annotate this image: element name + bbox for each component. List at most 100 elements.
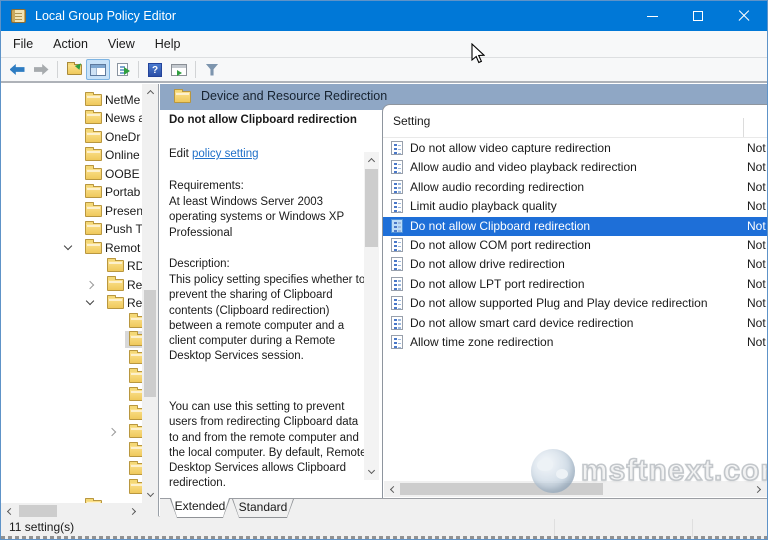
toolbar-separator — [57, 61, 58, 78]
setting-row[interactable]: Do not allow drive redirection Not — [383, 255, 767, 274]
menu-file[interactable]: File — [3, 31, 43, 57]
selected-policy-title: Do not allow Clipboard redirection — [169, 114, 357, 126]
setting-label: Do not allow Clipboard redirection — [410, 218, 591, 233]
folder-icon — [85, 109, 102, 125]
setting-row[interactable]: Do not allow supported Plug and Play dev… — [383, 294, 767, 313]
export-list-icon — [116, 63, 130, 76]
back-button[interactable] — [5, 59, 29, 80]
forward-arrow-icon — [33, 64, 49, 75]
list-hscroll-thumb[interactable] — [400, 483, 603, 495]
filter-icon — [205, 63, 219, 76]
tree-vscroll-thumb[interactable] — [144, 290, 156, 397]
setting-label: Do not allow smart card device redirecti… — [410, 315, 634, 330]
filter-button[interactable] — [200, 59, 224, 80]
scroll-right-arrow[interactable] — [751, 481, 767, 497]
setting-row[interactable]: Do not allow LPT port redirection Not — [383, 275, 767, 294]
setting-row[interactable]: Do not allow video capture redirection No… — [383, 139, 767, 158]
tree-item[interactable] — [1, 460, 142, 478]
tree-item[interactable]: Push T — [1, 220, 142, 238]
edit-policy-setting-link[interactable]: policy setting — [192, 148, 258, 160]
setting-row[interactable]: Limit audio playback quality Not — [383, 197, 767, 216]
header-divider — [383, 137, 767, 138]
minimize-icon — [646, 15, 658, 17]
tree-item[interactable] — [1, 330, 142, 349]
tree-item-label: Online — [105, 148, 140, 163]
show-properties-button[interactable] — [167, 59, 191, 80]
policy-setting-icon — [391, 335, 403, 349]
maximize-button[interactable] — [675, 1, 721, 31]
tree-item[interactable]: OOBE — [1, 165, 142, 183]
column-header-setting[interactable]: Setting — [393, 114, 430, 128]
chevron-expanded-icon[interactable] — [63, 241, 73, 250]
tab-extended[interactable]: Extended — [170, 499, 230, 518]
setting-state: Not — [747, 160, 766, 175]
scroll-down-arrow[interactable] — [142, 487, 158, 503]
tree-item[interactable]: Portab — [1, 183, 142, 201]
setting-row[interactable]: Do not allow Clipboard redirection Not — [383, 216, 767, 236]
tree-item[interactable]: Remot — [1, 239, 142, 257]
tree-item[interactable] — [1, 442, 142, 460]
tree-item[interactable]: RD — [1, 257, 142, 275]
edit-policy-line: Edit policy setting — [169, 148, 259, 160]
scroll-right-arrow[interactable] — [126, 503, 142, 519]
chevron-collapsed-icon[interactable] — [85, 280, 95, 289]
up-one-level-button[interactable] — [62, 59, 86, 80]
tree-item[interactable] — [1, 405, 142, 423]
requirements-label: Requirements: — [169, 180, 244, 192]
close-button[interactable] — [721, 1, 767, 31]
list-horizontal-scrollbar[interactable] — [384, 481, 767, 497]
show-console-tree-button[interactable] — [86, 59, 110, 80]
setting-row[interactable]: Allow time zone redirection Not — [383, 333, 767, 352]
folder-icon — [85, 91, 102, 106]
tree-vertical-scrollbar[interactable] — [142, 84, 158, 503]
help-vscroll-thumb[interactable] — [365, 169, 378, 247]
tree-item[interactable] — [1, 423, 142, 441]
tab-standard[interactable]: Standard — [232, 499, 294, 518]
forward-button[interactable] — [29, 59, 53, 80]
tree-item[interactable] — [1, 386, 142, 404]
column-divider[interactable] — [743, 118, 744, 137]
setting-row[interactable]: Allow audio recording redirection Not — [383, 178, 767, 197]
scroll-up-arrow[interactable] — [142, 84, 158, 100]
setting-row[interactable]: Do not allow COM port redirection Not — [383, 236, 767, 255]
tree-item[interactable] — [1, 479, 142, 497]
folder-icon — [107, 294, 124, 310]
tree-item[interactable]: Online — [1, 146, 142, 164]
tree-hscroll-thumb[interactable] — [19, 505, 57, 517]
description-label: Description: — [169, 258, 230, 270]
chevron-expanded-icon[interactable] — [85, 296, 95, 306]
tree-item-label: Presen — [105, 203, 142, 218]
help-vertical-scrollbar[interactable] — [364, 152, 379, 480]
folder-icon — [129, 331, 142, 346]
tree-item[interactable]: Presen — [1, 202, 142, 220]
scroll-down-arrow[interactable] — [364, 464, 379, 480]
tree-item[interactable]: Rer — [1, 294, 142, 312]
toolbar: ? — [1, 58, 767, 82]
tree-item[interactable] — [1, 349, 142, 367]
tree-item[interactable]: News a — [1, 109, 142, 127]
scroll-up-arrow[interactable] — [364, 152, 379, 168]
menu-view[interactable]: View — [98, 31, 145, 57]
menu-action[interactable]: Action — [43, 31, 98, 57]
tree-item[interactable]: OneDr — [1, 128, 142, 146]
setting-state: Not — [747, 296, 766, 311]
setting-row[interactable]: Allow audio and video playback redirecti… — [383, 158, 767, 177]
help-button[interactable]: ? — [143, 59, 167, 80]
setting-state: Not — [747, 276, 766, 291]
back-arrow-icon — [9, 64, 25, 75]
chevron-collapsed-icon[interactable] — [107, 428, 117, 437]
tree-item[interactable] — [1, 313, 142, 331]
setting-state: Not — [747, 199, 766, 214]
minimize-button[interactable] — [629, 1, 675, 31]
folder-icon — [85, 202, 102, 217]
scroll-left-arrow[interactable] — [384, 481, 400, 497]
tree-item[interactable]: Rer — [1, 276, 142, 294]
tree-item[interactable] — [1, 368, 142, 386]
menu-help[interactable]: Help — [145, 31, 191, 57]
tree-item[interactable]: NetMe — [1, 91, 142, 109]
tree-horizontal-scrollbar[interactable] — [1, 503, 142, 519]
view-tabs-row: Extended Standard — [160, 498, 767, 519]
setting-row[interactable]: Do not allow smart card device redirecti… — [383, 314, 767, 333]
scroll-left-arrow[interactable] — [1, 503, 17, 519]
export-list-button[interactable] — [110, 59, 134, 80]
